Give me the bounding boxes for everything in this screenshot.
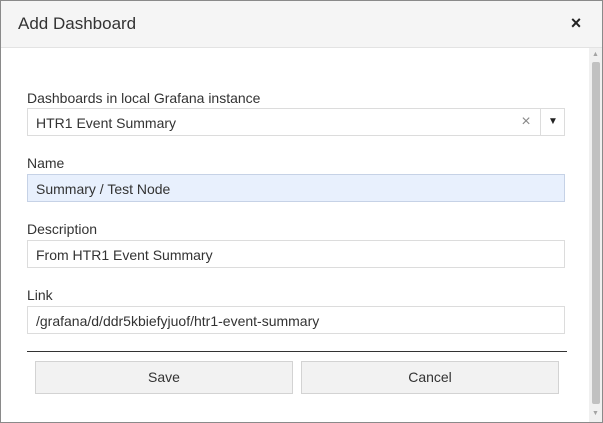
scrollbar-thumb[interactable] xyxy=(592,62,600,404)
dashboards-select[interactable]: HTR1 Event Summary × ▼ xyxy=(27,108,565,136)
dashboards-label: Dashboards in local Grafana instance xyxy=(27,90,261,106)
divider-line xyxy=(27,351,567,352)
chevron-down-icon[interactable]: ▼ xyxy=(541,109,565,135)
close-icon[interactable]: × xyxy=(567,13,585,33)
description-field[interactable]: From HTR1 Event Summary xyxy=(27,240,565,268)
dashboards-selected-value: HTR1 Event Summary xyxy=(36,115,177,131)
cancel-button[interactable]: Cancel xyxy=(301,361,559,394)
dialog-header: Add Dashboard × xyxy=(1,1,602,48)
name-label: Name xyxy=(27,155,65,171)
add-dashboard-dialog: Add Dashboard × Dashboards in local Graf… xyxy=(0,0,603,423)
scroll-up-icon[interactable]: ▲ xyxy=(591,50,600,59)
dialog-title: Add Dashboard xyxy=(18,14,137,33)
save-button[interactable]: Save xyxy=(35,361,293,394)
link-field[interactable]: /grafana/d/ddr5kbiefyjuof/htr1-event-sum… xyxy=(27,306,565,334)
description-value: From HTR1 Event Summary xyxy=(36,247,213,263)
description-label: Description xyxy=(27,221,98,237)
vertical-scrollbar[interactable]: ▲ ▼ xyxy=(589,48,602,422)
name-value: Summary / Test Node xyxy=(36,181,171,197)
link-value: /grafana/d/ddr5kbiefyjuof/htr1-event-sum… xyxy=(36,313,320,329)
clear-icon[interactable]: × xyxy=(518,112,534,132)
link-label: Link xyxy=(27,287,53,303)
scroll-down-icon[interactable]: ▼ xyxy=(591,409,600,418)
name-field[interactable]: Summary / Test Node xyxy=(27,174,565,202)
